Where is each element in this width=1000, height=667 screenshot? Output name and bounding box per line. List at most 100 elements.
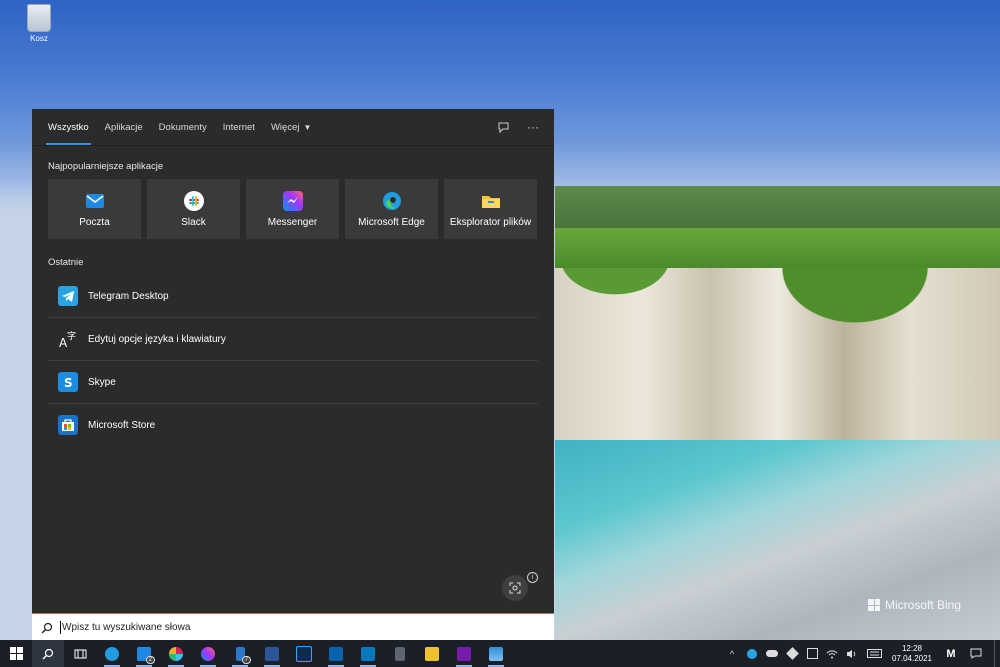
tab-label: Dokumenty (158, 121, 207, 133)
tray-telegram[interactable] (742, 640, 762, 667)
taskbar-app-edge[interactable] (96, 640, 128, 667)
store-icon (58, 415, 78, 435)
recent-item-language-settings[interactable]: A字 Edytuj opcje języka i klawiatury (48, 318, 538, 361)
recent-item-telegram[interactable]: Telegram Desktop (48, 275, 538, 318)
tray-keyboard[interactable] (862, 640, 886, 667)
taskbar-app-messenger[interactable] (192, 640, 224, 667)
mail-badge: 2 (145, 656, 155, 664)
tray-network[interactable] (822, 640, 842, 667)
taskbar-app-file-explorer[interactable] (416, 640, 448, 667)
windows-logo-icon (868, 599, 880, 611)
taskbar-app-trello[interactable] (352, 640, 384, 667)
wifi-icon (826, 649, 838, 658)
keyboard-icon (866, 649, 882, 658)
app-tile-label: Microsoft Edge (358, 216, 425, 228)
recycle-bin[interactable]: Kosz (24, 4, 54, 43)
tab-label: Wszystko (48, 121, 89, 133)
taskbar-app-calculator[interactable] (384, 640, 416, 667)
chevron-down-icon: ▼ (303, 122, 312, 132)
more-options-button[interactable]: ··· (526, 120, 540, 134)
app-tile-mail[interactable]: Poczta (48, 179, 141, 239)
svg-text:S: S (64, 376, 73, 390)
windows-logo-icon (9, 647, 23, 660)
telegram-icon (58, 286, 78, 306)
recent-item-skype[interactable]: S Skype (48, 361, 538, 404)
tab-more[interactable]: Więcej ▼ (263, 109, 319, 145)
show-desktop-button[interactable] (994, 640, 1000, 667)
outlook-icon (329, 646, 343, 661)
slack-icon (183, 190, 204, 211)
dropbox-icon (785, 647, 799, 660)
taskbar-app-word[interactable] (256, 640, 288, 667)
messenger-icon (201, 646, 215, 661)
app-tile-edge[interactable]: Microsoft Edge (345, 179, 438, 239)
camera-lens-icon (509, 582, 521, 594)
taskbar-app-photos[interactable] (480, 640, 512, 667)
tab-label: Internet (222, 121, 255, 133)
top-apps: Poczta Slack Messenger Microsoft Edge Ek… (48, 179, 537, 239)
taskbar-app-onenote[interactable] (448, 640, 480, 667)
tray-bluetooth[interactable] (802, 640, 822, 667)
tab-web[interactable]: Internet (215, 109, 263, 145)
word-icon (265, 646, 279, 661)
folder-icon (481, 195, 500, 208)
tab-apps[interactable]: Aplikacje (97, 109, 151, 145)
taskbar-app-outlook[interactable] (320, 640, 352, 667)
tab-all[interactable]: Wszystko (40, 109, 97, 145)
app-tile-file-explorer[interactable]: Eksplorator plików (444, 179, 537, 239)
cloud-icon (766, 650, 778, 657)
slack-icon (169, 646, 183, 661)
recent-list: Telegram Desktop A字 Edytuj opcje języka … (48, 275, 538, 446)
svg-text:字: 字 (67, 330, 76, 342)
skype-icon: S (58, 372, 78, 392)
search-button[interactable] (32, 640, 64, 667)
app-tile-label: Eksplorator plików (449, 216, 532, 228)
search-tabs: Wszystko Aplikacje Dokumenty Internet Wi… (32, 109, 554, 146)
app-tile-label: Poczta (79, 216, 110, 228)
edge-icon (105, 646, 119, 661)
info-icon[interactable]: i (527, 572, 538, 583)
clock[interactable]: 12:28 07.04.2021 (886, 644, 938, 664)
visual-search-button[interactable] (502, 575, 528, 601)
device-icon (806, 648, 818, 659)
clock-date: 07.04.2021 (891, 653, 933, 663)
taskbar-search-box[interactable] (32, 613, 554, 641)
app-tile-slack[interactable]: Slack (147, 179, 240, 239)
search-input[interactable] (62, 622, 532, 633)
app-tile-messenger[interactable]: Messenger (246, 179, 339, 239)
tray-meet[interactable]: M (938, 640, 964, 667)
meet-icon: M (946, 647, 956, 660)
taskbar-app-phone[interactable]: 7 (224, 640, 256, 667)
task-view-icon (74, 649, 86, 658)
photos-icon (489, 646, 503, 661)
show-hidden-icons-button[interactable]: ^ (722, 640, 742, 667)
tray-volume[interactable] (842, 640, 862, 667)
language-icon: A字 (59, 330, 76, 349)
telegram-icon (747, 648, 757, 659)
task-view-button[interactable] (64, 640, 96, 667)
feedback-button[interactable] (496, 120, 510, 134)
recent-item-label: Edytuj opcje języka i klawiatury (88, 333, 226, 345)
search-panel: Wszystko Aplikacje Dokumenty Internet Wi… (32, 109, 554, 613)
tab-documents[interactable]: Dokumenty (151, 109, 215, 145)
messenger-icon (282, 190, 303, 211)
taskbar-app-slack[interactable] (160, 640, 192, 667)
onenote-icon (457, 646, 471, 661)
start-button[interactable] (0, 640, 32, 667)
speaker-icon (847, 649, 856, 658)
clock-time: 12:28 (901, 643, 923, 653)
recent-item-microsoft-store[interactable]: Microsoft Store (48, 404, 538, 446)
tab-label: Więcej (270, 121, 300, 133)
taskbar-app-photoshop[interactable] (288, 640, 320, 667)
system-tray: ^ 12:28 07.04.2021 M (722, 640, 1000, 667)
landscape-grass (555, 228, 1000, 268)
action-center-button[interactable] (964, 640, 988, 667)
window-edge (420, 0, 580, 2)
tray-onedrive[interactable] (762, 640, 782, 667)
search-icon (42, 648, 54, 659)
taskbar-app-mail[interactable]: 2 (128, 640, 160, 667)
tray-dropbox[interactable] (782, 640, 802, 667)
recycle-bin-label: Kosz (30, 34, 48, 43)
tab-label: Aplikacje (104, 121, 143, 133)
chevron-up-icon: ^ (729, 648, 735, 659)
